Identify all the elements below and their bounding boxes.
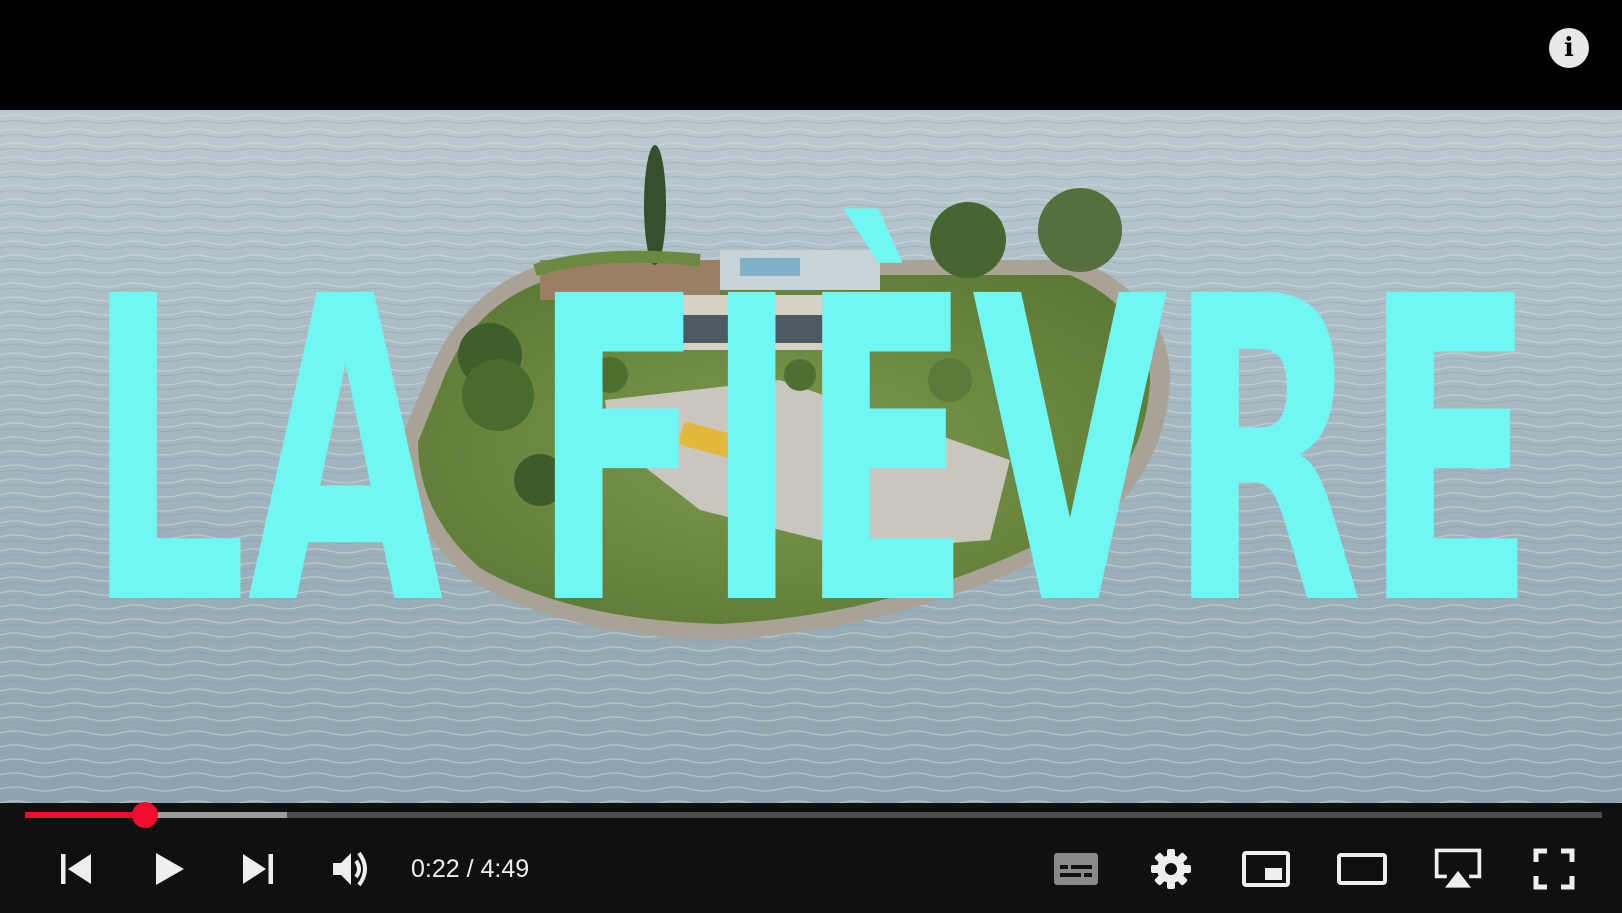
next-button[interactable] xyxy=(231,843,283,895)
fullscreen-button[interactable] xyxy=(1528,843,1580,895)
video-frame[interactable] xyxy=(0,110,1622,803)
settings-button[interactable] xyxy=(1145,843,1197,895)
current-time: 0:22 xyxy=(411,855,460,883)
volume-button[interactable] xyxy=(325,843,377,895)
previous-button[interactable] xyxy=(51,843,103,895)
play-icon xyxy=(156,853,184,885)
theater-mode-button[interactable] xyxy=(1336,843,1388,895)
volume-icon xyxy=(333,851,367,887)
duration: 4:49 xyxy=(480,855,530,883)
miniplayer-icon xyxy=(1242,851,1290,887)
progress-bar[interactable] xyxy=(25,802,1602,828)
progress-scrubber[interactable] xyxy=(131,802,158,828)
video-player[interactable]: i LA FIÈ 0:22 / 4:49 xyxy=(0,0,1622,913)
skip-previous-icon xyxy=(61,854,91,884)
progress-played xyxy=(25,812,145,818)
skip-next-icon xyxy=(243,854,273,884)
airplay-button[interactable] xyxy=(1432,843,1484,895)
info-button[interactable]: i xyxy=(1549,28,1589,68)
subtitles-button[interactable] xyxy=(1050,843,1102,895)
airplay-icon xyxy=(1434,848,1482,888)
subtitles-icon xyxy=(1054,853,1098,885)
info-icon: i xyxy=(1564,33,1574,63)
time-separator: / xyxy=(459,855,481,883)
video-scene xyxy=(0,110,1622,803)
play-button[interactable] xyxy=(142,843,194,895)
fullscreen-icon xyxy=(1533,848,1575,890)
miniplayer-button[interactable] xyxy=(1240,843,1292,895)
gear-icon xyxy=(1151,849,1191,889)
time-display: 0:22 / 4:49 xyxy=(411,851,529,887)
theater-icon xyxy=(1337,853,1387,885)
control-bar: 0:22 / 4:49 xyxy=(0,835,1622,905)
